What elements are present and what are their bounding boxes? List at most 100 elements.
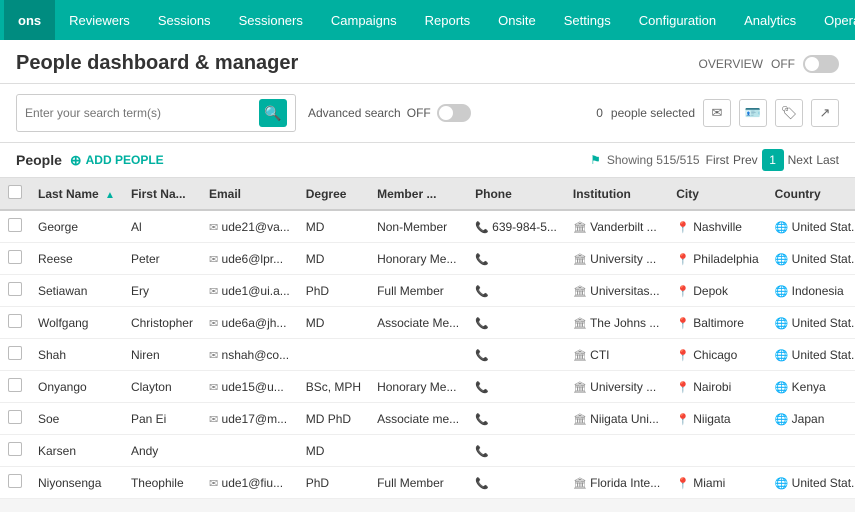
- row-degree: [298, 339, 369, 371]
- nav-item-sessioners[interactable]: Sessioners: [225, 0, 317, 40]
- row-firstname: Clayton: [123, 371, 201, 403]
- pagination-current[interactable]: 1: [762, 149, 784, 171]
- row-degree: MD: [298, 435, 369, 467]
- pagination-last[interactable]: Last: [816, 153, 839, 167]
- phone-icon: 📞: [475, 478, 489, 490]
- nav-item-sessions[interactable]: Sessions: [144, 0, 225, 40]
- row-degree: BSc, MPH: [298, 371, 369, 403]
- row-member: Associate me...: [369, 403, 467, 435]
- phone-icon: 📞: [475, 286, 489, 298]
- row-lastname: Onyango: [30, 371, 123, 403]
- page-header: People dashboard & manager OVERVIEW OFF: [0, 40, 855, 84]
- email-icon: ✉: [209, 382, 218, 394]
- row-lastname: Soe: [30, 403, 123, 435]
- nav-item-campaigns[interactable]: Campaigns: [317, 0, 411, 40]
- row-checkbox[interactable]: [8, 314, 22, 328]
- row-checkbox-cell[interactable]: [0, 275, 30, 307]
- tag-icon: 🏷: [781, 105, 798, 121]
- col-header-country[interactable]: Country: [767, 178, 855, 210]
- pin-icon: 📍: [676, 350, 690, 362]
- row-checkbox-cell[interactable]: [0, 243, 30, 275]
- row-country: 🌐 Indonesia: [767, 275, 855, 307]
- row-checkbox-cell[interactable]: [0, 403, 30, 435]
- people-table: Last Name ▲ First Na... Email Degree Mem…: [0, 178, 855, 499]
- nav-item-analytics[interactable]: Analytics: [730, 0, 810, 40]
- nav-item-configuration[interactable]: Configuration: [625, 0, 730, 40]
- row-checkbox-cell[interactable]: [0, 467, 30, 499]
- col-header-institution[interactable]: Institution: [565, 178, 668, 210]
- row-degree: MD: [298, 243, 369, 275]
- col-header-phone[interactable]: Phone: [467, 178, 565, 210]
- phone-icon: 📞: [475, 222, 489, 234]
- id-card-button[interactable]: 🪪: [739, 99, 767, 127]
- flag-icon: ⚑: [590, 153, 601, 167]
- pagination-next[interactable]: Next: [788, 153, 813, 167]
- row-city: 📍 Nashville: [668, 210, 766, 243]
- pagination-prev[interactable]: Prev: [733, 153, 758, 167]
- nav-item-reports[interactable]: Reports: [411, 0, 485, 40]
- row-checkbox-cell[interactable]: [0, 210, 30, 243]
- row-phone: 📞 639-984-5...: [467, 210, 565, 243]
- row-checkbox[interactable]: [8, 442, 22, 456]
- nav-item-settings[interactable]: Settings: [550, 0, 625, 40]
- email-icon: ✉: [209, 222, 218, 234]
- row-firstname: Pan Ei: [123, 403, 201, 435]
- phone-icon: 📞: [475, 318, 489, 330]
- row-checkbox-cell[interactable]: [0, 307, 30, 339]
- row-country: 🌐 United Stat...: [767, 243, 855, 275]
- row-checkbox[interactable]: [8, 282, 22, 296]
- row-checkbox[interactable]: [8, 410, 22, 424]
- row-checkbox[interactable]: [8, 218, 22, 232]
- nav-item-onsite[interactable]: Onsite: [484, 0, 550, 40]
- phone-icon: 📞: [475, 414, 489, 426]
- row-firstname: Ery: [123, 275, 201, 307]
- col-header-firstname[interactable]: First Na...: [123, 178, 201, 210]
- export-button[interactable]: ↗: [811, 99, 839, 127]
- email-selected-button[interactable]: ✉: [703, 99, 731, 127]
- row-checkbox-cell[interactable]: [0, 339, 30, 371]
- select-all-header[interactable]: [0, 178, 30, 210]
- globe-icon: 🌐: [775, 318, 789, 330]
- search-button[interactable]: 🔍: [259, 99, 287, 127]
- row-checkbox[interactable]: [8, 378, 22, 392]
- row-degree: MD: [298, 307, 369, 339]
- row-checkbox[interactable]: [8, 250, 22, 264]
- row-checkbox[interactable]: [8, 474, 22, 488]
- search-input[interactable]: [25, 106, 259, 120]
- nav-item-operation[interactable]: Operation: [810, 0, 855, 40]
- row-institution: 🏛 University ...: [565, 243, 668, 275]
- row-checkbox-cell[interactable]: [0, 371, 30, 403]
- row-email: ✉ nshah@co...: [201, 339, 298, 371]
- email-icon: ✉: [712, 105, 723, 121]
- nav-item-reviewers[interactable]: Reviewers: [55, 0, 144, 40]
- row-institution: 🏛 The Johns ...: [565, 307, 668, 339]
- advanced-search-toggle[interactable]: [437, 104, 471, 122]
- row-checkbox-cell[interactable]: [0, 435, 30, 467]
- selected-count-label: people selected: [611, 106, 695, 120]
- page-title: People dashboard & manager: [16, 52, 298, 75]
- overview-toggle-switch[interactable]: [803, 55, 839, 73]
- col-header-email[interactable]: Email: [201, 178, 298, 210]
- row-phone: 📞: [467, 243, 565, 275]
- col-header-city[interactable]: City: [668, 178, 766, 210]
- nav-item-ons[interactable]: ons: [4, 0, 55, 40]
- email-icon: ✉: [209, 350, 218, 362]
- row-city: 📍 Miami: [668, 467, 766, 499]
- pagination-first[interactable]: First: [706, 153, 729, 167]
- row-city: 📍 Baltimore: [668, 307, 766, 339]
- row-country: 🌐 Kenya: [767, 371, 855, 403]
- row-institution: [565, 435, 668, 467]
- row-institution: 🏛 University ...: [565, 371, 668, 403]
- col-header-degree[interactable]: Degree: [298, 178, 369, 210]
- pin-icon: 📍: [676, 478, 690, 490]
- col-header-lastname[interactable]: Last Name ▲: [30, 178, 123, 210]
- row-checkbox[interactable]: [8, 346, 22, 360]
- add-people-button[interactable]: ⊕ ADD PEOPLE: [70, 152, 164, 169]
- top-navigation: ons Reviewers Sessions Sessioners Campai…: [0, 0, 855, 40]
- email-icon: ✉: [209, 286, 218, 298]
- col-header-member[interactable]: Member ...: [369, 178, 467, 210]
- tag-button[interactable]: 🏷: [775, 99, 803, 127]
- globe-icon: 🌐: [775, 254, 789, 266]
- select-all-checkbox[interactable]: [8, 185, 22, 199]
- table-row: Onyango Clayton ✉ ude15@u... BSc, MPH Ho…: [0, 371, 855, 403]
